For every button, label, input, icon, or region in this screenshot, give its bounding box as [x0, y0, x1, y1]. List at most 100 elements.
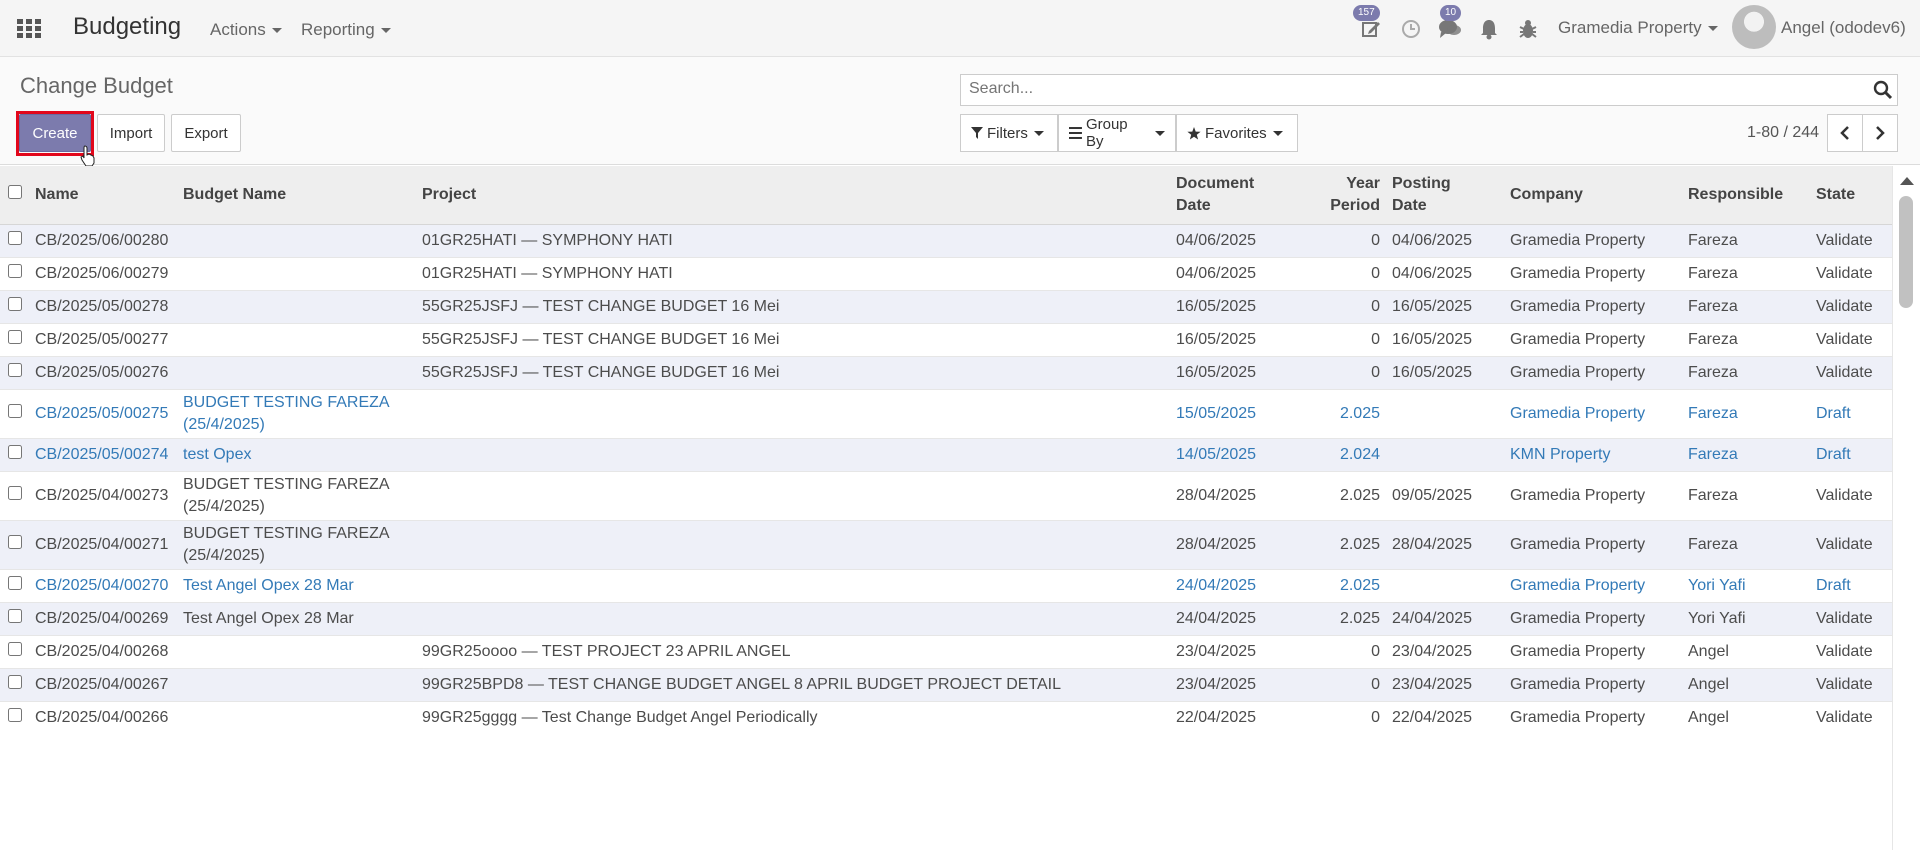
- filters-button[interactable]: Filters: [960, 114, 1058, 152]
- table-row[interactable]: CB/2025/05/00277 55GR25JSFJ — TEST CHANGE…: [0, 322, 1892, 356]
- groupby-button[interactable]: Group By: [1058, 114, 1176, 152]
- row-checkbox[interactable]: [8, 403, 22, 418]
- table-row[interactable]: CB/2025/06/00280 01GR25HATI — SYMPHONY HA…: [0, 223, 1892, 257]
- apps-grid-icon[interactable]: [17, 19, 41, 39]
- cell-state: Validate: [1810, 601, 1892, 635]
- table-row[interactable]: CB/2025/04/00267 99GR25BPD8 — TEST CHANGE…: [0, 667, 1892, 701]
- messages-icon[interactable]: 10: [1438, 5, 1462, 40]
- cell-company: Gramedia Property: [1504, 519, 1682, 569]
- activity-icon[interactable]: 157: [1353, 5, 1382, 40]
- cell-name: CB/2025/05/00278: [29, 289, 177, 323]
- cell-document-date: 23/04/2025: [1170, 667, 1290, 701]
- cell-project: [416, 470, 1170, 520]
- cell-company: Gramedia Property: [1504, 470, 1682, 520]
- filters-label: Filters: [987, 124, 1028, 142]
- column-header-year-period[interactable]: Year Period: [1290, 166, 1386, 225]
- list-scrollbar[interactable]: [1892, 166, 1920, 850]
- row-checkbox[interactable]: [8, 296, 22, 311]
- row-checkbox[interactable]: [8, 534, 22, 549]
- table-row[interactable]: CB/2025/05/00276 55GR25JSFJ — TEST CHANGE…: [0, 355, 1892, 389]
- user-menu[interactable]: Angel (ododev6): [1781, 18, 1906, 38]
- cell-responsible: Fareza: [1682, 470, 1810, 520]
- row-checkbox[interactable]: [8, 674, 22, 689]
- menu-actions[interactable]: Actions: [210, 20, 282, 40]
- row-checkbox[interactable]: [8, 362, 22, 377]
- clock-icon[interactable]: [1400, 18, 1422, 40]
- row-checkbox[interactable]: [8, 575, 22, 590]
- cell-name: CB/2025/04/00271: [29, 519, 177, 569]
- row-select-cell: [0, 256, 29, 290]
- table-row[interactable]: CB/2025/04/00268 99GR25oooo — TEST PROJEC…: [0, 634, 1892, 668]
- select-all-checkbox[interactable]: [8, 184, 22, 199]
- column-header-document-date[interactable]: Document Date: [1170, 166, 1290, 225]
- company-switcher[interactable]: Gramedia Property: [1558, 18, 1718, 38]
- cell-document-date: 24/04/2025: [1170, 601, 1290, 635]
- cell-state: Validate: [1810, 667, 1892, 701]
- row-checkbox[interactable]: [8, 444, 22, 459]
- search-input[interactable]: [961, 75, 1847, 103]
- row-select-cell: [0, 568, 29, 602]
- row-select-cell: [0, 355, 29, 389]
- row-checkbox[interactable]: [8, 485, 22, 500]
- table-row[interactable]: CB/2025/04/00266 99GR25gggg — Test Change…: [0, 700, 1892, 734]
- scroll-thumb[interactable]: [1899, 196, 1913, 308]
- export-button[interactable]: Export: [171, 114, 241, 152]
- row-checkbox[interactable]: [8, 329, 22, 344]
- user-avatar[interactable]: [1732, 5, 1776, 49]
- cell-responsible: Fareza: [1682, 355, 1810, 389]
- row-select-cell: [0, 519, 29, 569]
- cell-company: Gramedia Property: [1504, 322, 1682, 356]
- cell-project: 99GR25oooo — TEST PROJECT 23 APRIL ANGEL: [416, 634, 1170, 668]
- row-select-cell: [0, 601, 29, 635]
- cell-document-date: 16/05/2025: [1170, 322, 1290, 356]
- search-icon[interactable]: [1873, 80, 1893, 100]
- pager-previous-button[interactable]: [1827, 114, 1863, 152]
- column-header-state[interactable]: State: [1810, 166, 1892, 225]
- cell-state: Draft: [1810, 437, 1892, 471]
- cell-document-date: 24/04/2025: [1170, 568, 1290, 602]
- bell-icon[interactable]: [1478, 18, 1500, 40]
- cell-year-period: 0: [1290, 667, 1386, 701]
- table-row[interactable]: CB/2025/04/00270 Test Angel Opex 28 Mar 24…: [0, 568, 1892, 602]
- row-checkbox[interactable]: [8, 641, 22, 656]
- table-row[interactable]: CB/2025/04/00269 Test Angel Opex 28 Mar 24…: [0, 601, 1892, 635]
- favorites-button[interactable]: Favorites: [1176, 114, 1298, 152]
- debug-bug-icon[interactable]: [1517, 18, 1539, 40]
- column-header-name[interactable]: Name: [29, 166, 177, 225]
- menu-reporting[interactable]: Reporting: [301, 20, 391, 40]
- table-row[interactable]: CB/2025/04/00273 BUDGET TESTING FAREZA (2…: [0, 470, 1892, 520]
- import-button[interactable]: Import: [97, 114, 165, 152]
- cell-state: Validate: [1810, 223, 1892, 257]
- cell-year-period: 0: [1290, 289, 1386, 323]
- column-header-responsible[interactable]: Responsible: [1682, 166, 1810, 225]
- column-header-posting-date[interactable]: Posting Date: [1386, 166, 1504, 225]
- row-checkbox[interactable]: [8, 263, 22, 278]
- table-row[interactable]: CB/2025/04/00271 BUDGET TESTING FAREZA (2…: [0, 519, 1892, 569]
- cell-year-period: 0: [1290, 256, 1386, 290]
- cell-year-period: 0: [1290, 223, 1386, 257]
- column-header-budget-name[interactable]: Budget Name: [177, 166, 416, 225]
- column-header-year-period-line1: Year: [1346, 174, 1380, 192]
- cell-budget-name: [177, 700, 416, 734]
- search-bar: [960, 74, 1898, 106]
- cell-project: [416, 601, 1170, 635]
- table-row[interactable]: CB/2025/05/00278 55GR25JSFJ — TEST CHANGE…: [0, 289, 1892, 323]
- chevron-right-icon: [1876, 126, 1885, 140]
- pager-next-button[interactable]: [1862, 114, 1898, 152]
- row-checkbox[interactable]: [8, 230, 22, 245]
- cell-name: CB/2025/04/00268: [29, 634, 177, 668]
- row-checkbox[interactable]: [8, 707, 22, 722]
- cell-name: CB/2025/05/00274: [29, 437, 177, 471]
- cell-responsible: Angel: [1682, 700, 1810, 734]
- table-row[interactable]: CB/2025/05/00275 BUDGET TESTING FAREZA (2…: [0, 388, 1892, 438]
- table-row[interactable]: CB/2025/06/00279 01GR25HATI — SYMPHONY HA…: [0, 256, 1892, 290]
- pager-value[interactable]: 1-80 / 244: [1747, 124, 1819, 142]
- cell-responsible: Fareza: [1682, 388, 1810, 438]
- cell-project: [416, 388, 1170, 438]
- scroll-up-arrow-icon[interactable]: [1900, 177, 1914, 185]
- cell-state: Validate: [1810, 700, 1892, 734]
- column-header-company[interactable]: Company: [1504, 166, 1682, 225]
- column-header-project[interactable]: Project: [416, 166, 1170, 225]
- row-checkbox[interactable]: [8, 608, 22, 623]
- table-row[interactable]: CB/2025/05/00274 test Opex 14/05/2025 2.024…: [0, 437, 1892, 471]
